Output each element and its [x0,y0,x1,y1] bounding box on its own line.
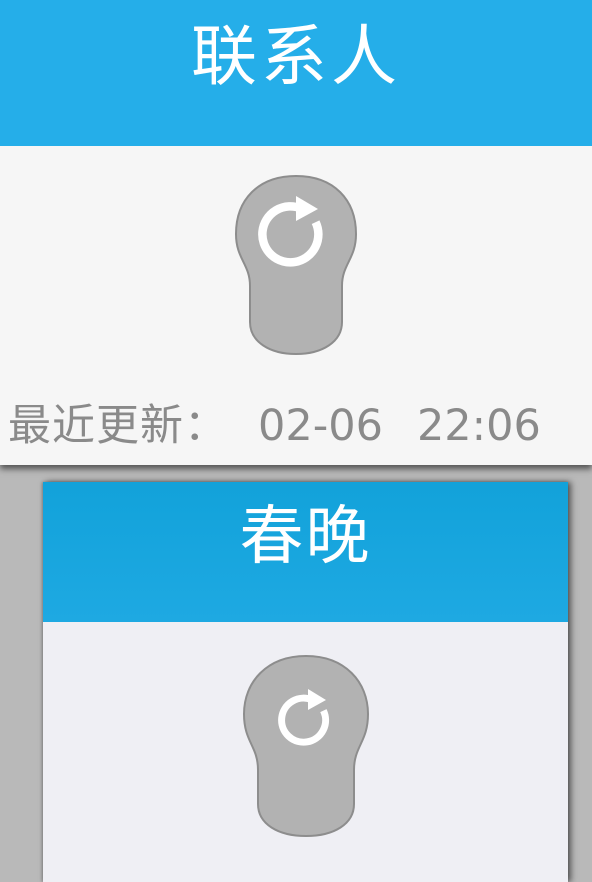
page-title: 联系人 [191,18,401,95]
refresh-droplet [234,174,358,356]
last-updated-text: 最近更新： 02-06 22:06 [8,396,592,456]
last-updated-date: 02-06 [258,401,383,451]
gala-panel: 春晚 [43,482,568,882]
pull-to-refresh-indicator[interactable] [234,174,358,356]
pull-to-refresh-indicator[interactable] [242,654,370,838]
contacts-header: 联系人 [0,0,592,146]
last-updated-label: 最近更新： [8,401,228,451]
refresh-droplet [242,654,370,838]
gala-header: 春晚 [43,482,568,622]
last-updated-time: 22:06 [416,401,541,451]
page-title: 春晚 [239,500,372,574]
contacts-panel: 联系人 最近更新： 02-06 22:06 [0,0,592,465]
